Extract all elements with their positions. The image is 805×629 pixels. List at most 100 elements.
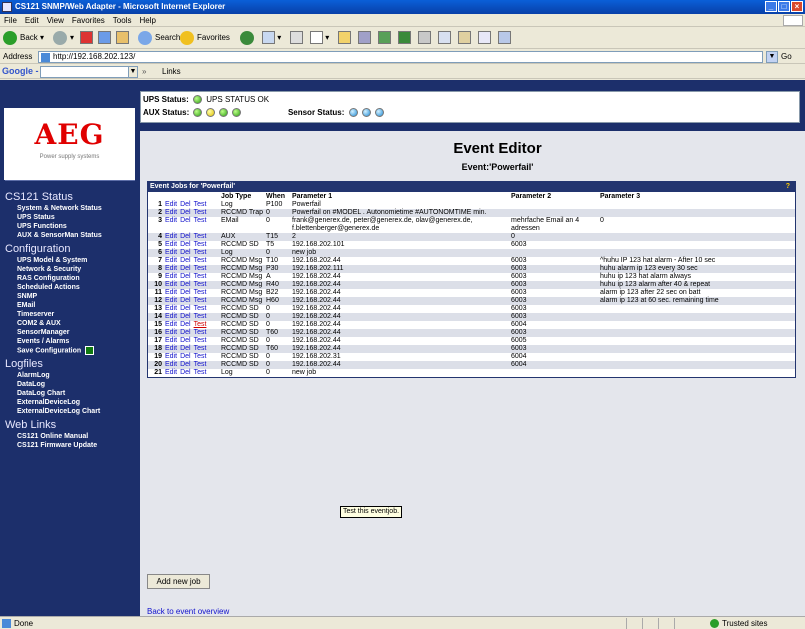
nav-ras-configuration[interactable]: RAS Configuration xyxy=(5,274,140,283)
address-input[interactable]: http://192.168.202.123/ xyxy=(38,51,763,63)
nav-snmp[interactable]: SNMP xyxy=(5,292,140,301)
nav-system-network-status[interactable]: System & Network Status xyxy=(5,204,140,213)
test-link[interactable]: Test xyxy=(194,361,207,368)
nav-alarmlog[interactable]: AlarmLog xyxy=(5,371,140,380)
refresh-button[interactable] xyxy=(98,30,111,46)
delete-link[interactable]: Del xyxy=(180,249,191,256)
test-link[interactable]: Test xyxy=(194,241,207,248)
folder-button[interactable] xyxy=(338,30,351,46)
paste-button[interactable] xyxy=(458,30,471,46)
nav-externaldevicelog[interactable]: ExternalDeviceLog xyxy=(5,398,140,407)
delete-link[interactable]: Del xyxy=(180,281,191,288)
nav-timeserver[interactable]: Timeserver xyxy=(5,310,140,319)
search-button[interactable]: Search xyxy=(138,30,180,46)
test-link[interactable]: Test xyxy=(194,321,207,328)
google-logo[interactable]: Google - xyxy=(2,66,39,76)
edit-link[interactable]: Edit xyxy=(165,297,177,304)
add-new-job-button[interactable]: Add new job xyxy=(147,574,210,589)
stop-button[interactable] xyxy=(80,30,93,46)
nav-ups-model-system[interactable]: UPS Model & System xyxy=(5,256,140,265)
test-link[interactable]: Test xyxy=(194,289,207,296)
edit-link[interactable]: Edit xyxy=(165,201,177,208)
nav-datalog-chart[interactable]: DataLog Chart xyxy=(5,389,140,398)
edit-link[interactable]: Edit xyxy=(165,233,177,240)
close-button[interactable]: × xyxy=(791,1,803,12)
delete-link[interactable]: Del xyxy=(180,353,191,360)
edit-link[interactable]: Edit xyxy=(165,257,177,264)
address-dropdown[interactable]: ▼ xyxy=(766,51,778,63)
menu-file[interactable]: File xyxy=(4,14,17,27)
nav-com2-aux[interactable]: COM2 & AUX xyxy=(5,319,140,328)
google-search-dropdown[interactable]: ▼ xyxy=(128,66,138,78)
delete-link[interactable]: Del xyxy=(180,313,191,320)
help-icon[interactable]: ? xyxy=(786,182,790,192)
test-link[interactable]: Test xyxy=(194,369,207,376)
menu-help[interactable]: Help xyxy=(139,14,155,27)
toolbar-more[interactable]: » xyxy=(142,67,146,76)
edit-link[interactable]: Edit xyxy=(165,217,177,224)
test-link[interactable]: Test xyxy=(194,209,207,216)
test-link[interactable]: Test xyxy=(194,305,207,312)
test-link[interactable]: Test xyxy=(194,201,207,208)
nav-ups-status[interactable]: UPS Status xyxy=(5,213,140,222)
edit-link[interactable]: Edit xyxy=(165,289,177,296)
test-link[interactable]: Test xyxy=(194,353,207,360)
delete-link[interactable]: Del xyxy=(180,321,191,328)
nav-events-alarms[interactable]: Events / Alarms xyxy=(5,337,140,346)
menu-tools[interactable]: Tools xyxy=(113,14,132,27)
nav-network-security[interactable]: Network & Security xyxy=(5,265,140,274)
nav-datalog[interactable]: DataLog xyxy=(5,380,140,389)
delete-link[interactable]: Del xyxy=(180,329,191,336)
edit-link[interactable]: Edit xyxy=(165,337,177,344)
nav-aux-sensorman-status[interactable]: AUX & SensorMan Status xyxy=(5,231,140,240)
delete-link[interactable]: Del xyxy=(180,241,191,248)
delete-link[interactable]: Del xyxy=(180,209,191,216)
minimize-button[interactable]: _ xyxy=(765,1,777,12)
test-link[interactable]: Test xyxy=(194,281,207,288)
test-link[interactable]: Test xyxy=(194,217,207,224)
test-link[interactable]: Test xyxy=(194,265,207,272)
back-to-event-overview-link[interactable]: Back to event overview xyxy=(147,607,229,616)
test-link[interactable]: Test xyxy=(194,249,207,256)
maximize-button[interactable]: □ xyxy=(778,1,790,12)
edit-link[interactable]: Edit xyxy=(165,353,177,360)
test-link[interactable]: Test xyxy=(194,273,207,280)
nav-scheduled-actions[interactable]: Scheduled Actions xyxy=(5,283,140,292)
test-link[interactable]: Test xyxy=(194,345,207,352)
edit-link[interactable]: Edit xyxy=(165,361,177,368)
copy-button[interactable] xyxy=(438,30,451,46)
nav-online-manual[interactable]: CS121 Online Manual xyxy=(5,432,140,441)
favorites-button[interactable]: Favorites xyxy=(180,30,230,46)
menu-edit[interactable]: Edit xyxy=(25,14,39,27)
test-link[interactable]: Test xyxy=(194,233,207,240)
google-search-input[interactable] xyxy=(40,66,136,78)
nav-ups-functions[interactable]: UPS Functions xyxy=(5,222,140,231)
delete-link[interactable]: Del xyxy=(180,345,191,352)
print-button[interactable] xyxy=(290,30,303,46)
links-toolbar[interactable]: Links xyxy=(162,67,181,76)
home-button[interactable] xyxy=(116,30,129,46)
back-button[interactable]: Back ▾ xyxy=(3,30,44,46)
delete-link[interactable]: Del xyxy=(180,361,191,368)
edit-link[interactable]: Edit xyxy=(165,241,177,248)
nav-sensormanager[interactable]: SensorManager xyxy=(5,328,140,337)
cut-button[interactable] xyxy=(418,30,431,46)
delete-link[interactable]: Del xyxy=(180,369,191,376)
tool2-button[interactable] xyxy=(378,30,391,46)
test-link[interactable]: Test xyxy=(194,257,207,264)
edit-button[interactable]: ▾ xyxy=(310,30,329,46)
edit-link[interactable]: Edit xyxy=(165,345,177,352)
delete-link[interactable]: Del xyxy=(180,233,191,240)
edit-link[interactable]: Edit xyxy=(165,265,177,272)
forward-button[interactable]: ▾ xyxy=(53,30,74,46)
delete-link[interactable]: Del xyxy=(180,217,191,224)
test-link[interactable]: Test xyxy=(194,297,207,304)
tool4-button[interactable] xyxy=(498,30,511,46)
delete-link[interactable]: Del xyxy=(180,201,191,208)
test-link[interactable]: Test xyxy=(194,337,207,344)
test-link[interactable]: Test xyxy=(194,329,207,336)
nav-save-configuration[interactable]: Save Configuration xyxy=(5,346,140,355)
edit-link[interactable]: Edit xyxy=(165,369,177,376)
go-button[interactable]: Go xyxy=(781,52,792,61)
delete-link[interactable]: Del xyxy=(180,289,191,296)
